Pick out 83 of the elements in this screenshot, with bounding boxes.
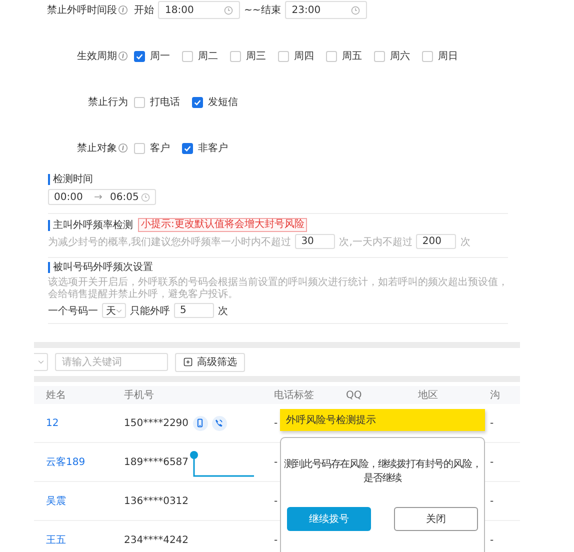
unit-dropdown[interactable]: 天 (102, 303, 126, 318)
clock-icon (350, 6, 360, 14)
column-header: 电话标签 (274, 388, 315, 402)
checkbox[interactable] (182, 142, 193, 154)
end-label: ~~结束 (244, 4, 281, 17)
dialog-message: 测到此号码存在风险，继续拨打有封号的风险， (284, 458, 482, 472)
mobile-phone-icon[interactable] (192, 416, 208, 430)
clock-icon (141, 192, 150, 202)
hint-text: 为减少封号的概率,我们建议您外呼频率一小时内不超过 (48, 236, 292, 248)
column-header: 手机号 (124, 388, 155, 402)
dropdown[interactable] (34, 353, 48, 371)
checkbox-label: 周三 (246, 50, 266, 63)
table-cell: - (490, 496, 494, 506)
phone-number: 234****4242 (124, 534, 189, 546)
customer-name-link[interactable]: 吴震 (34, 494, 124, 508)
table-cell: - (490, 418, 494, 428)
unit-text: 次 (460, 236, 470, 248)
section-title: 被叫号码外呼频次设置 (48, 262, 508, 273)
warning-tag: 小提示:更改默认值将会增大封号风险 (138, 218, 308, 232)
customer-name-link[interactable]: 12 (34, 418, 124, 428)
hint-text: 次,一天内不超过 (339, 236, 412, 248)
warning-banner: 外呼风险号检测提示 (280, 409, 485, 431)
field-label: 禁止行为 (88, 96, 128, 109)
search-field[interactable]: 请输入关键词 (55, 353, 168, 371)
checkbox[interactable] (326, 50, 337, 62)
checkbox-label: 周四 (294, 50, 314, 63)
close-button[interactable]: 关闭 (394, 507, 478, 531)
phone-number: 136****0312 (124, 496, 189, 506)
checkbox[interactable] (134, 142, 145, 154)
start-time-field[interactable]: 18:00 (158, 1, 240, 19)
caret-icon (38, 360, 44, 364)
field-label: 禁止对象 (77, 142, 117, 155)
field-label: 生效周期 (77, 50, 117, 63)
customer-name-link[interactable]: 云客189 (34, 455, 124, 469)
checkbox-label: 周二 (198, 50, 218, 63)
hour-limit-field[interactable]: 30 (295, 234, 336, 249)
checkbox-label: 周一 (150, 50, 170, 63)
filter-icon (183, 357, 193, 367)
checkbox-label: 打电话 (150, 96, 180, 109)
checkbox[interactable] (230, 50, 241, 62)
column-header: 沟 (490, 389, 501, 402)
table-cell: - (490, 534, 494, 546)
clock-icon (224, 6, 233, 14)
dialog-message: 是否继续 (364, 472, 402, 486)
unit-text: 次 (218, 304, 228, 318)
checkbox[interactable] (134, 96, 145, 108)
day-limit-field[interactable]: 200 (416, 234, 456, 249)
call-icon[interactable] (212, 416, 227, 430)
filter-button[interactable]: 高级筛选 (175, 352, 245, 372)
checkbox[interactable] (182, 50, 193, 62)
column-header: 地区 (418, 388, 439, 402)
description-text: 该选项开关开启后，外呼联系的号码会根据当前设置的呼叫频次进行统计，如若呼叫的频次超出预设值，会给销售提醒并禁止外呼，避免客户投诉。 (48, 277, 508, 301)
checkbox[interactable] (134, 50, 145, 62)
field-label: 禁止外呼时间段 (47, 4, 117, 17)
section-title: 检测时间 (48, 174, 508, 185)
checkbox-label: 非客户 (198, 142, 228, 155)
start-label: 开始 (134, 4, 154, 17)
rule-text: 一个号码一 (48, 304, 98, 318)
phone-number: 189****6587 (124, 456, 189, 468)
checkbox-label: 发短信 (208, 96, 238, 109)
end-time-field[interactable]: 23:00 (284, 1, 367, 19)
table-cell: - (274, 418, 278, 428)
checkbox[interactable] (374, 50, 385, 62)
checkbox[interactable] (422, 50, 433, 62)
checkbox-label: 客户 (150, 142, 170, 155)
table-cell: - (274, 534, 278, 546)
checkbox-label: 周六 (390, 50, 410, 63)
column-header: QQ (346, 390, 363, 400)
caret-icon (116, 308, 122, 312)
customer-name-link[interactable]: 王五 (34, 533, 124, 547)
rule-text: 只能外呼 (130, 304, 170, 318)
table-cell: - (490, 456, 494, 468)
time-range-field[interactable]: 00:00 → 06:05 (48, 189, 156, 205)
section-title: 主叫外呼频率检测 (48, 220, 133, 230)
limit-field[interactable]: 5 (174, 303, 214, 318)
checkbox[interactable] (278, 50, 289, 62)
table-cell: - (274, 496, 278, 506)
column-header: 姓名 (45, 389, 67, 402)
phone-number: 150****2290 (124, 418, 189, 428)
checkbox-label: 周日 (438, 50, 458, 63)
checkbox[interactable] (192, 96, 203, 108)
table-cell: - (274, 456, 278, 468)
checkbox-label: 周五 (342, 50, 362, 63)
